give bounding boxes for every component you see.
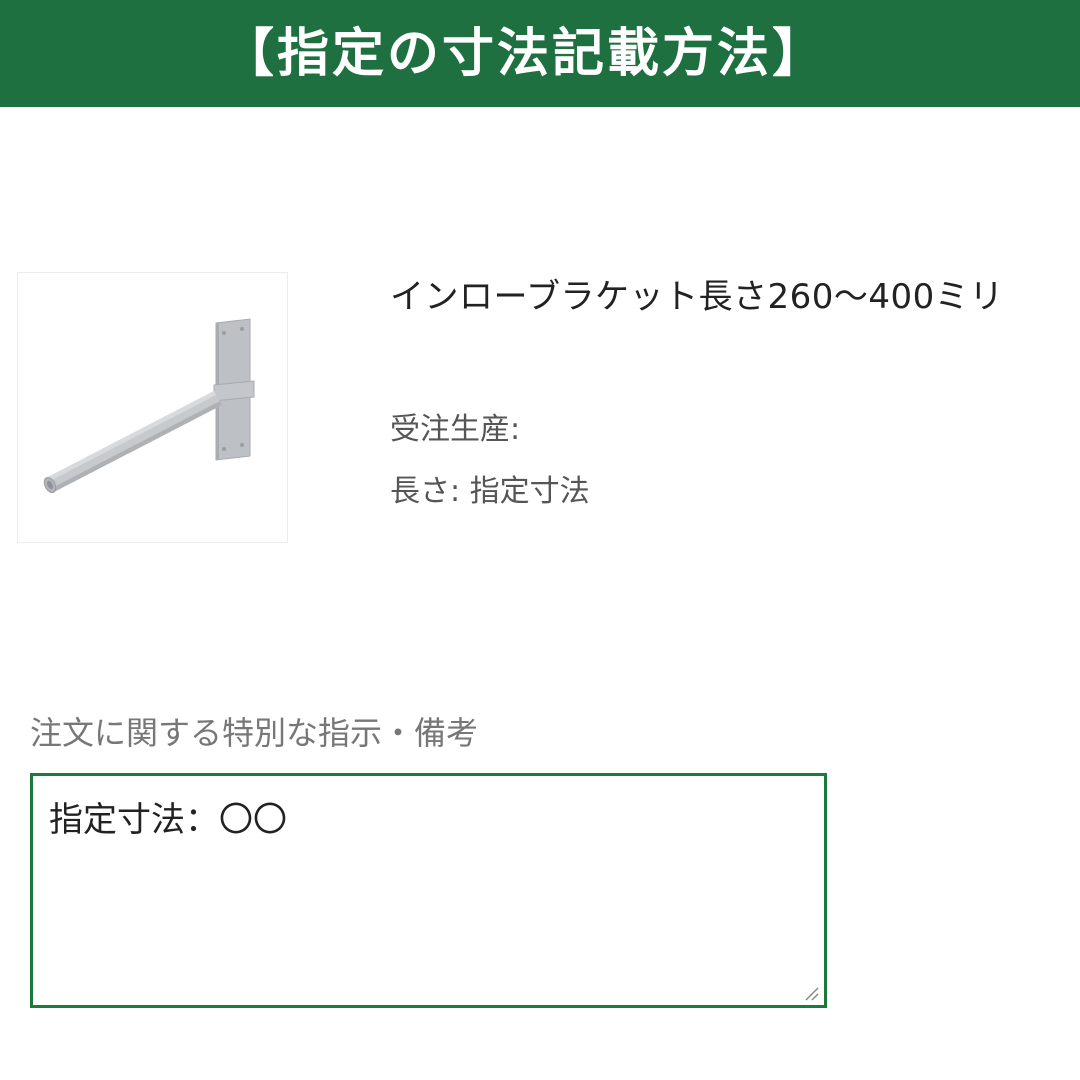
resize-handle-icon[interactable] <box>802 984 820 1002</box>
product-name[interactable]: インローブラケット長さ260〜400ミリ <box>390 274 1004 320</box>
bracket-product-image <box>43 318 255 493</box>
option-made-to-order: 受注生産: <box>390 412 521 447</box>
product-image[interactable] <box>17 272 288 543</box>
order-notes-textarea[interactable]: 指定寸法：〇〇 <box>30 773 827 1008</box>
notes-label: 注文に関する特別な指示・備考 <box>30 714 479 752</box>
option-length: 長さ: 指定寸法 <box>390 474 590 509</box>
header-banner: 【指定の寸法記載方法】 <box>0 0 1080 107</box>
page-title: 【指定の寸法記載方法】 <box>222 24 828 84</box>
